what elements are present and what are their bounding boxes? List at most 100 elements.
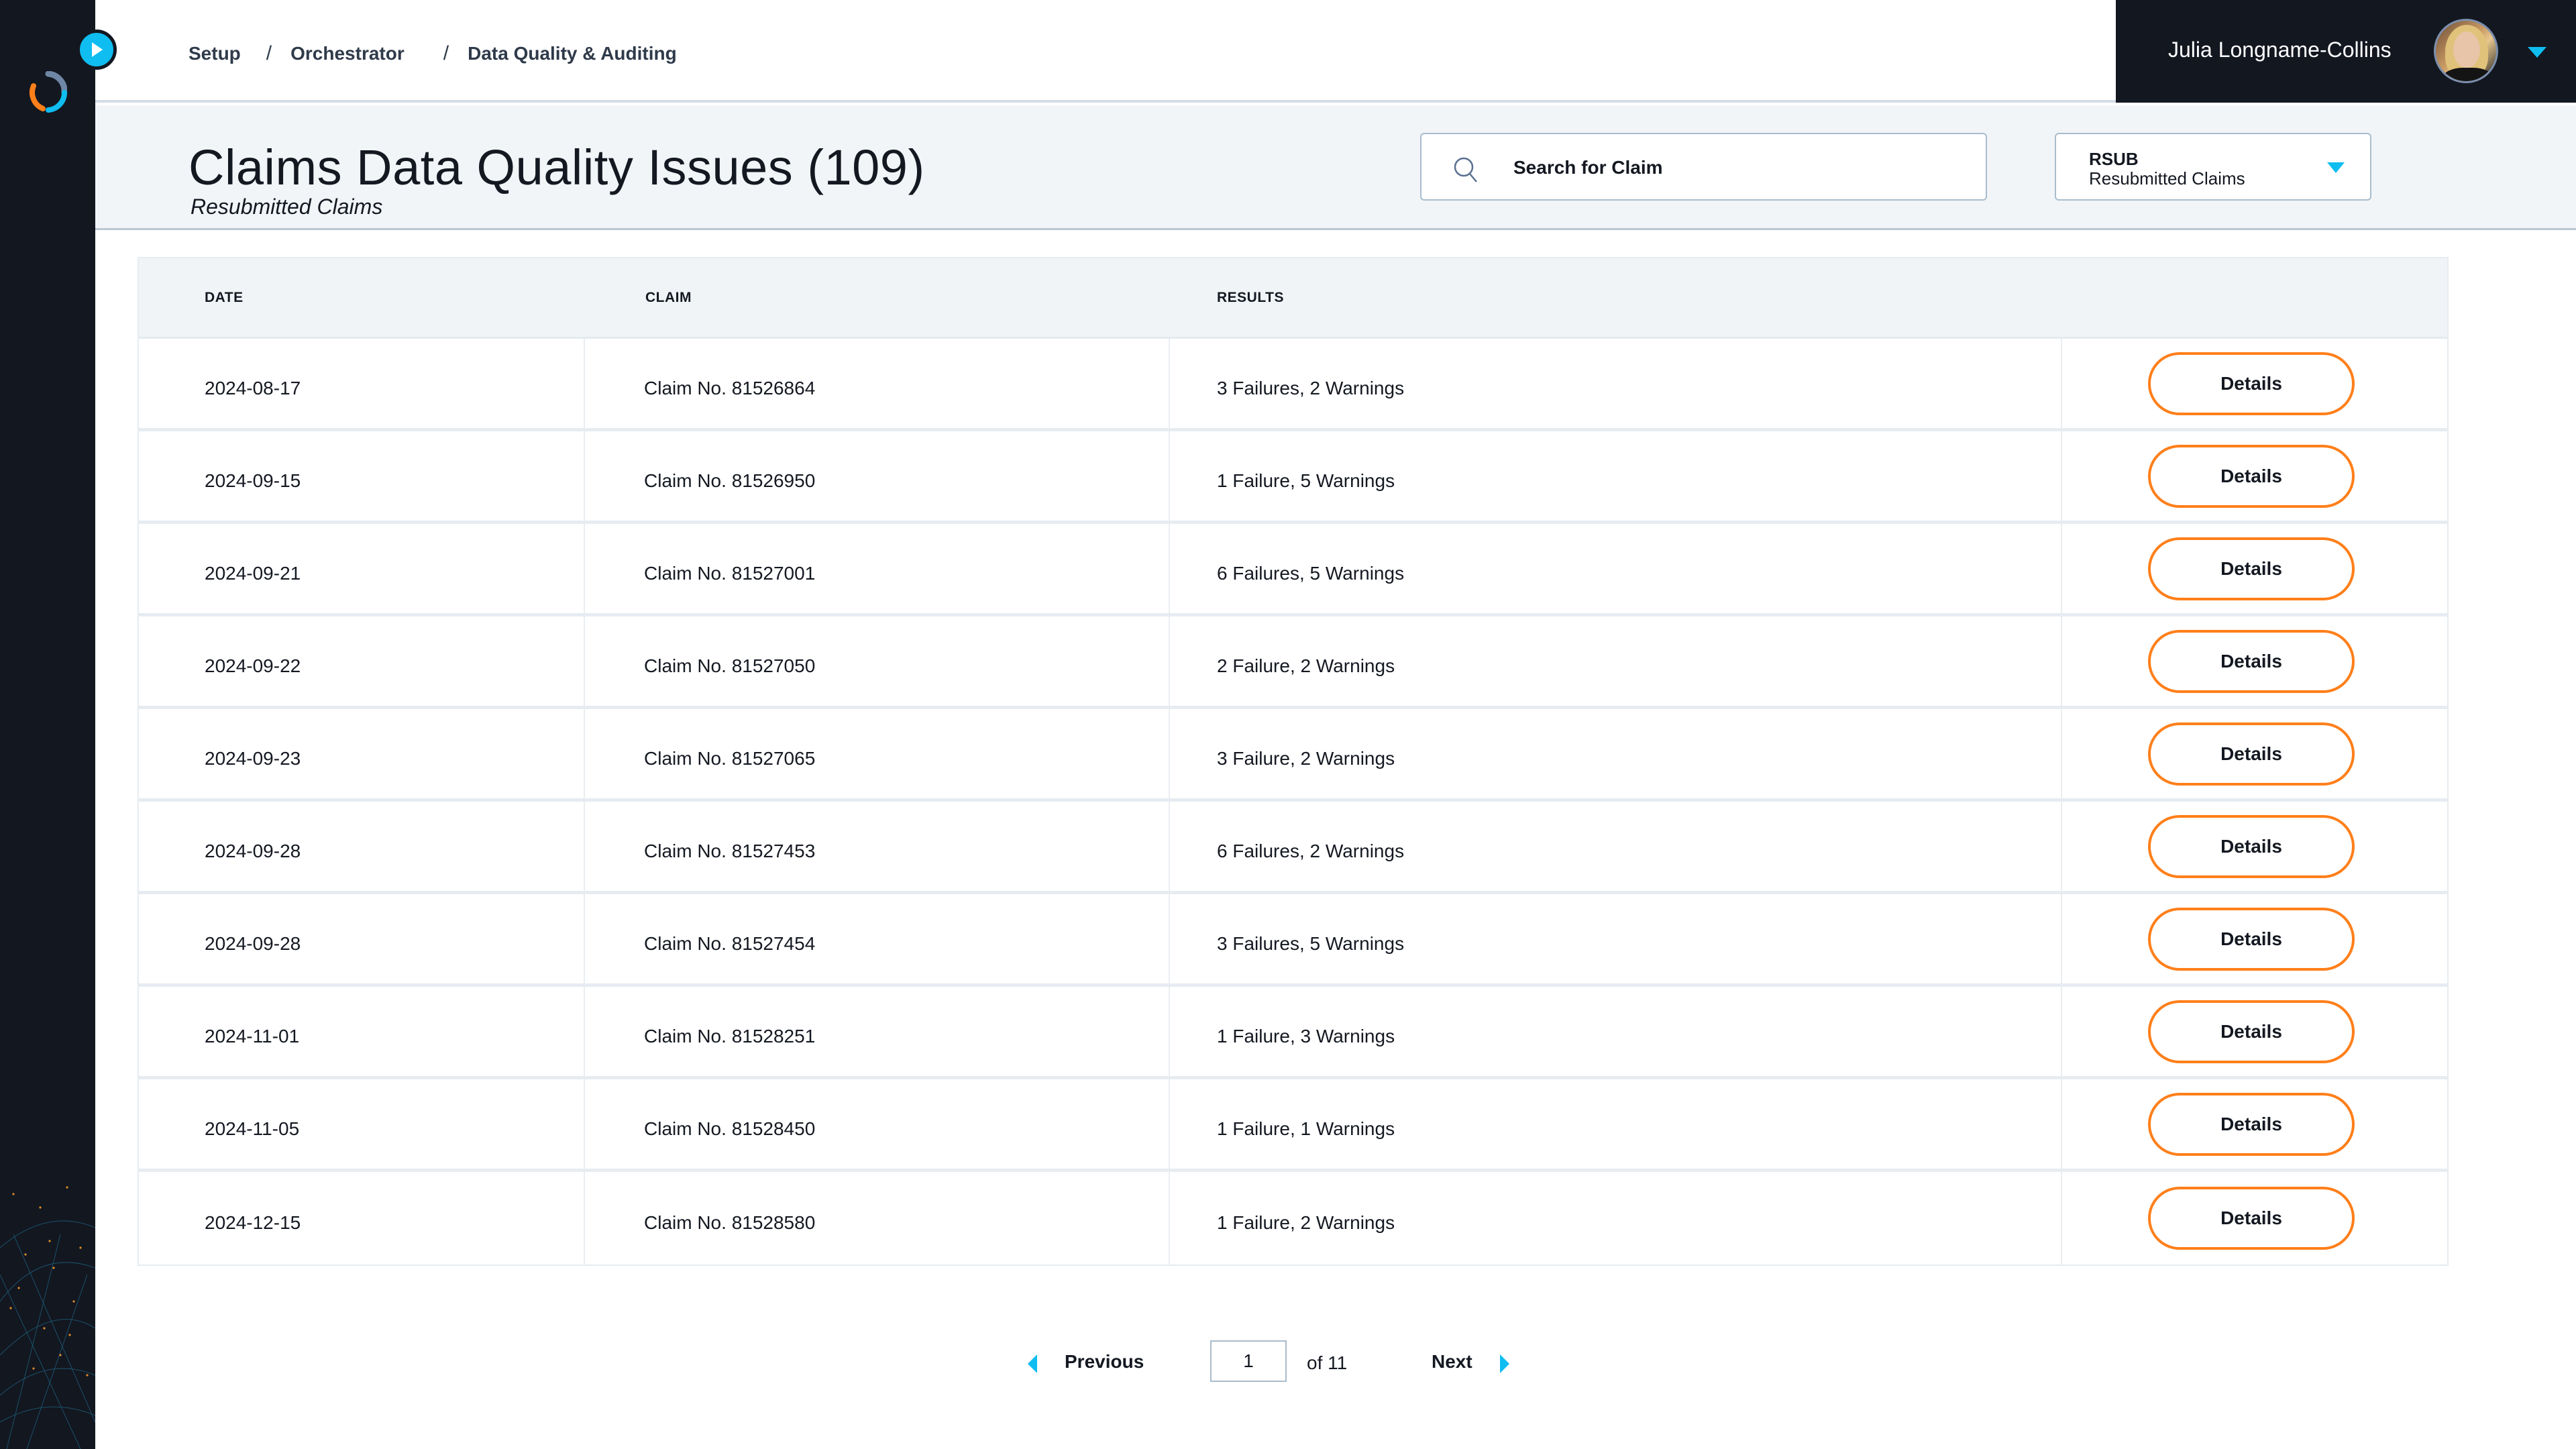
cell-results: 1 Failure, 1 Warnings <box>1170 1079 2062 1169</box>
cell-claim: Claim No. 81526950 <box>585 431 1170 521</box>
cell-actions: Details <box>2062 802 2447 891</box>
user-menu[interactable]: Julia Longname-Collins <box>2116 0 2576 103</box>
cell-date: 2024-09-22 <box>139 616 585 706</box>
cell-results: 3 Failures, 5 Warnings <box>1170 894 2062 983</box>
column-header-claim[interactable]: CLAIM <box>585 258 1170 337</box>
cell-date: 2024-09-28 <box>139 894 585 983</box>
previous-page-button[interactable]: Previous <box>1065 1351 1144 1373</box>
cell-date: 2024-11-01 <box>139 987 585 1076</box>
cell-actions: Details <box>2062 709 2447 798</box>
table-row: 2024-09-15 Claim No. 81526950 1 Failure, 5… <box>139 431 2447 524</box>
cell-claim: Claim No. 81527453 <box>585 802 1170 891</box>
details-button[interactable]: Details <box>2148 814 2355 878</box>
decorative-particle-texture <box>0 1186 95 1449</box>
cell-date: 2024-09-28 <box>139 802 585 891</box>
cell-actions: Details <box>2062 431 2447 521</box>
details-button[interactable]: Details <box>2148 1092 2355 1156</box>
cell-actions: Details <box>2062 894 2447 983</box>
cell-actions: Details <box>2062 616 2447 706</box>
cell-results: 1 Failure, 3 Warnings <box>1170 987 2062 1076</box>
triangle-left-icon[interactable] <box>1028 1354 1037 1373</box>
search-field[interactable] <box>1420 133 1987 201</box>
play-triangle-icon <box>92 42 103 57</box>
breadcrumb-separator: / <box>443 42 449 64</box>
details-button[interactable]: Details <box>2148 1187 2355 1250</box>
cell-results: 3 Failures, 2 Warnings <box>1170 339 2062 428</box>
table-row: 2024-11-01 Claim No. 81528251 1 Failure, 3… <box>139 987 2447 1079</box>
breadcrumb: Setup / Orchestrator / Data Quality & Au… <box>189 42 677 65</box>
cell-claim: Claim No. 81528251 <box>585 987 1170 1076</box>
table-row: 2024-09-22 Claim No. 81527050 2 Failure, 2… <box>139 616 2447 709</box>
details-button[interactable]: Details <box>2148 537 2355 600</box>
cell-claim: Claim No. 81528450 <box>585 1079 1170 1169</box>
cell-date: 2024-09-21 <box>139 524 585 613</box>
cell-claim: Claim No. 81526864 <box>585 339 1170 428</box>
column-header-actions <box>2062 258 2447 337</box>
filter-code: RSUB <box>2089 149 2139 169</box>
cell-actions: Details <box>2062 1079 2447 1169</box>
search-input[interactable] <box>1513 148 1970 188</box>
cell-results: 2 Failure, 2 Warnings <box>1170 616 2062 706</box>
cell-date: 2024-12-15 <box>139 1172 585 1265</box>
claims-table: DATE CLAIM RESULTS 2024-08-17 Claim No. 8… <box>138 257 2449 1266</box>
chevron-down-icon[interactable] <box>2528 47 2546 58</box>
cell-results: 6 Failures, 5 Warnings <box>1170 524 2062 613</box>
table-row: 2024-09-21 Claim No. 81527001 6 Failures, … <box>139 524 2447 616</box>
breadcrumb-setup[interactable]: Setup <box>189 43 241 64</box>
search-icon <box>1454 157 1477 182</box>
table-body: 2024-08-17 Claim No. 81526864 3 Failures, … <box>139 339 2447 1265</box>
column-header-date[interactable]: DATE <box>139 258 585 337</box>
cell-results: 6 Failures, 2 Warnings <box>1170 802 2062 891</box>
next-page-button[interactable]: Next <box>1432 1351 1472 1373</box>
cell-date: 2024-09-23 <box>139 709 585 798</box>
details-button[interactable]: Details <box>2148 907 2355 971</box>
table-row: 2024-09-23 Claim No. 81527065 3 Failure, 2… <box>139 709 2447 802</box>
cell-actions: Details <box>2062 524 2447 613</box>
cell-claim: Claim No. 81528580 <box>585 1172 1170 1265</box>
cell-claim: Claim No. 81527065 <box>585 709 1170 798</box>
table-row: 2024-08-17 Claim No. 81526864 3 Failures, … <box>139 339 2447 431</box>
page-title: Claims Data Quality Issues (109) <box>189 140 925 195</box>
avatar-body <box>2443 68 2493 81</box>
details-button[interactable]: Details <box>2148 722 2355 786</box>
table-row: 2024-11-05 Claim No. 81528450 1 Failure, 1… <box>139 1079 2447 1172</box>
sidebar <box>0 0 95 1449</box>
details-button[interactable]: Details <box>2148 1000 2355 1063</box>
cell-claim: Claim No. 81527050 <box>585 616 1170 706</box>
table-row: 2024-09-28 Claim No. 81527453 6 Failures, … <box>139 802 2447 894</box>
triangle-right-icon[interactable] <box>1500 1354 1509 1373</box>
column-header-results[interactable]: RESULTS <box>1170 258 2062 337</box>
breadcrumb-orchestrator[interactable]: Orchestrator <box>290 43 405 64</box>
cell-actions: Details <box>2062 987 2447 1076</box>
breadcrumb-separator: / <box>266 42 272 64</box>
breadcrumb-data-quality[interactable]: Data Quality & Auditing <box>468 43 677 64</box>
pagination: Previous of 11 Next <box>1020 1340 1529 1385</box>
page-subtitle: Resubmitted Claims <box>191 195 383 219</box>
cell-results: 1 Failure, 2 Warnings <box>1170 1172 2062 1265</box>
ring-logo-icon <box>30 71 67 113</box>
cell-claim: Claim No. 81527001 <box>585 524 1170 613</box>
chevron-down-icon <box>2327 162 2345 173</box>
details-button[interactable]: Details <box>2148 352 2355 415</box>
table-row: 2024-09-28 Claim No. 81527454 3 Failures, … <box>139 894 2447 987</box>
cell-actions: Details <box>2062 339 2447 428</box>
details-button[interactable]: Details <box>2148 444 2355 508</box>
table-row: 2024-12-15 Claim No. 81528580 1 Failure, 2… <box>139 1172 2447 1265</box>
user-name: Julia Longname-Collins <box>2168 38 2392 62</box>
filter-label: Resubmitted Claims <box>2089 168 2245 189</box>
claim-type-select[interactable]: RSUB Resubmitted Claims <box>2055 133 2371 201</box>
avatar[interactable] <box>2434 19 2498 83</box>
cell-actions: Details <box>2062 1172 2447 1265</box>
details-button[interactable]: Details <box>2148 629 2355 693</box>
avatar-face <box>2453 32 2480 68</box>
expand-sidebar-button[interactable] <box>76 30 117 70</box>
table-header: DATE CLAIM RESULTS <box>139 258 2447 339</box>
cell-date: 2024-11-05 <box>139 1079 585 1169</box>
page-number-input[interactable] <box>1210 1340 1287 1382</box>
cell-claim: Claim No. 81527454 <box>585 894 1170 983</box>
cell-results: 3 Failure, 2 Warnings <box>1170 709 2062 798</box>
page-total: of 11 <box>1307 1352 1348 1373</box>
cell-results: 1 Failure, 5 Warnings <box>1170 431 2062 521</box>
cell-date: 2024-08-17 <box>139 339 585 428</box>
cell-date: 2024-09-15 <box>139 431 585 521</box>
